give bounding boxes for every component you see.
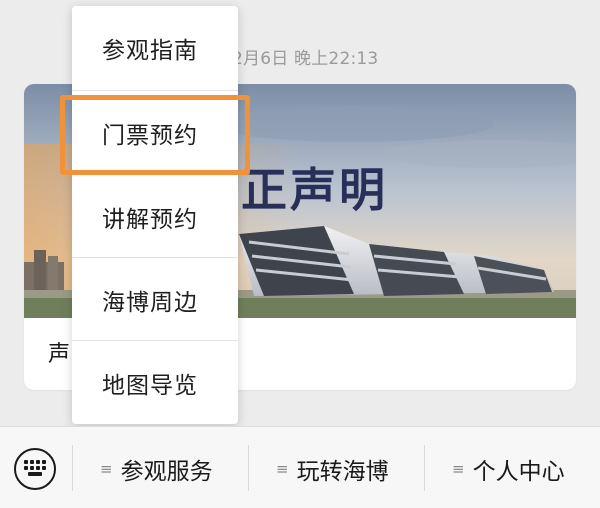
menu-item-merchandise[interactable]: 海博周边 [72, 257, 238, 341]
keyboard-icon [24, 460, 46, 476]
keyboard-toggle-button[interactable] [14, 448, 56, 490]
popup-menu: 参观指南 门票预约 讲解预约 海博周边 地图导览 [72, 6, 238, 424]
menu-item-label: 讲解预约 [102, 206, 198, 233]
menu-lines-icon: ≡ [276, 460, 289, 478]
menu-item-label: 海博周边 [102, 289, 198, 316]
menu-item-map-guide[interactable]: 地图导览 [72, 340, 238, 424]
tab-label: 参观服务 [120, 459, 213, 485]
menu-item-label: 参观指南 [102, 38, 198, 64]
menu-lines-icon: ≡ [452, 460, 465, 478]
tab-divider [424, 445, 425, 491]
menu-item-visit-guide[interactable]: 参观指南 [72, 6, 238, 90]
highlight-box [60, 95, 250, 175]
menu-lines-icon: ≡ [100, 460, 113, 478]
tab-visit-services[interactable]: ≡ 参观服务 [100, 449, 213, 489]
tab-label: 个人中心 [472, 459, 565, 485]
menu-item-guide-booking[interactable]: 讲解预约 [72, 174, 238, 258]
bottom-menu-bar: ≡ 参观服务 ≡ 玩转海博 ≡ 个人中心 [0, 426, 600, 508]
article-caption: 声 [48, 342, 71, 367]
post-timestamp: 2月6日 晚上22:13 [232, 49, 379, 69]
tab-explore[interactable]: ≡ 玩转海博 [276, 449, 389, 489]
tab-label: 玩转海博 [296, 459, 389, 485]
tab-divider [72, 445, 73, 491]
tab-divider [248, 445, 249, 491]
menu-item-label: 地图导览 [102, 372, 198, 399]
tab-personal-center[interactable]: ≡ 个人中心 [452, 449, 565, 489]
